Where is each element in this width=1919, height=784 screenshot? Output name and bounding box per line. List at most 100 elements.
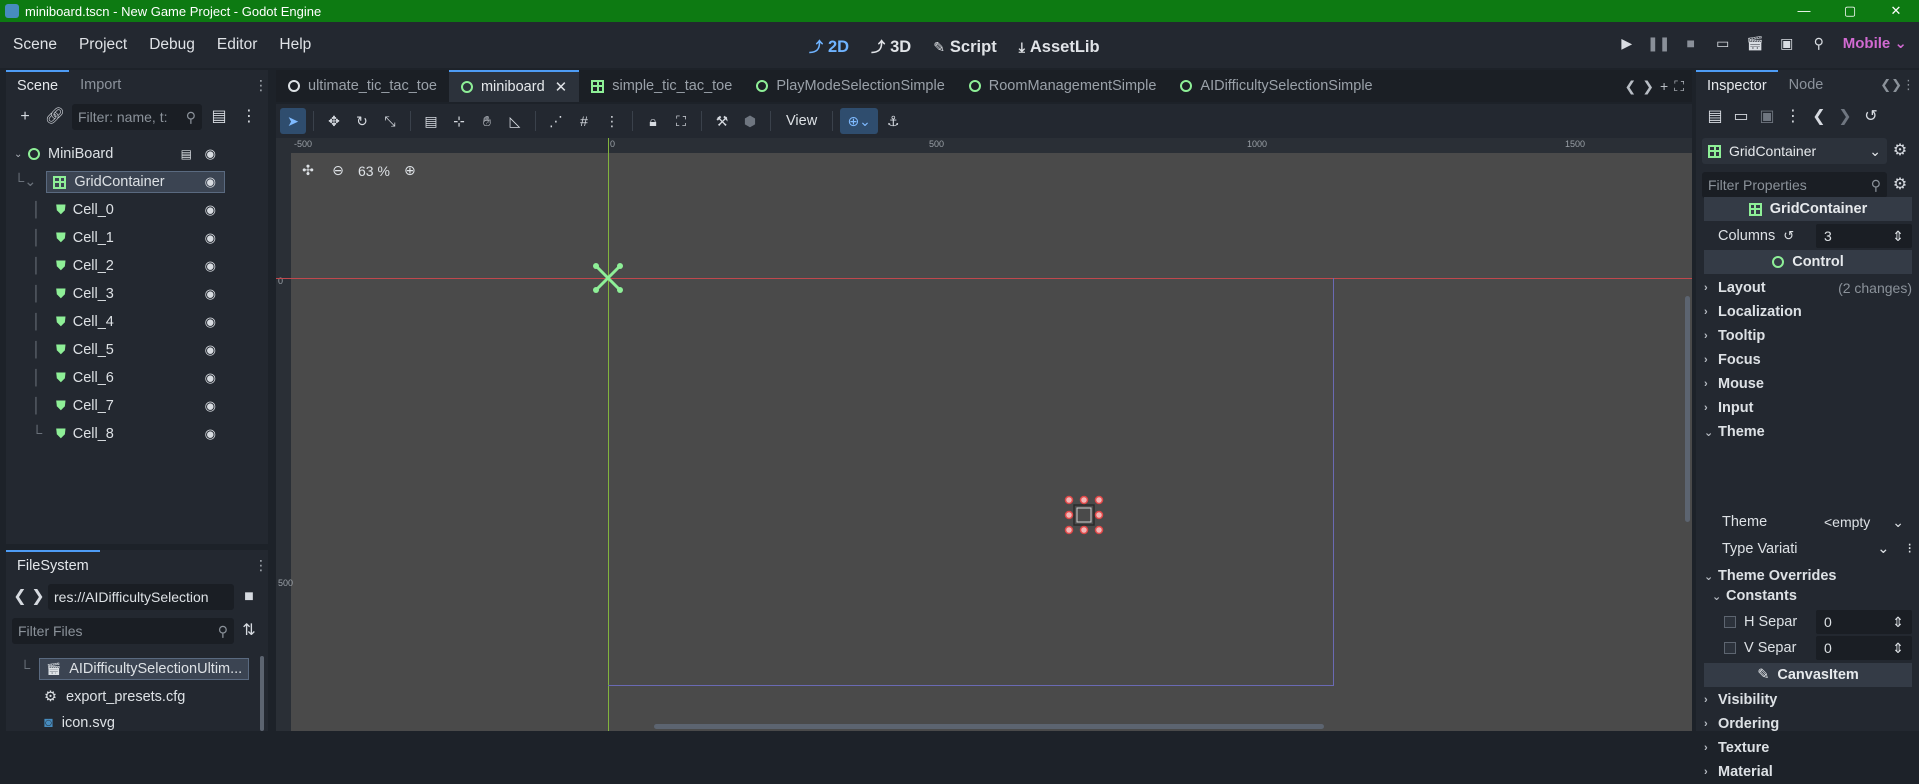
- section-material[interactable]: › Material: [1704, 760, 1912, 784]
- script-attached-icon[interactable]: ▤: [181, 147, 192, 161]
- list-select-icon[interactable]: ▤: [418, 108, 444, 134]
- h-separation-spinbox[interactable]: 0 ⇕: [1816, 610, 1912, 634]
- history-forward-icon[interactable]: ❯: [1832, 104, 1858, 130]
- save-resource-icon[interactable]: ▣: [1754, 104, 1780, 130]
- tree-node-cell[interactable]: │ ⛊ Cell_3 ◉: [14, 282, 224, 306]
- split-mode-icon[interactable]: ■: [236, 584, 262, 610]
- tree-node-cell[interactable]: │ ⛊ Cell_7 ◉: [14, 394, 224, 418]
- sort-icon[interactable]: ⇅: [236, 618, 262, 644]
- close-icon[interactable]: ✕: [555, 78, 568, 96]
- section-input[interactable]: › Input: [1704, 396, 1912, 420]
- pause-icon[interactable]: ❚❚: [1643, 35, 1675, 52]
- scroll-tabs-left-icon[interactable]: ❮: [1625, 78, 1637, 95]
- visibility-eye-icon[interactable]: ◉: [205, 258, 216, 274]
- movie-icon[interactable]: ⚲: [1803, 35, 1835, 52]
- zoom-level[interactable]: 63 %: [358, 163, 390, 179]
- section-theme[interactable]: ⌄ Theme: [1704, 420, 1912, 444]
- chevron-down-icon[interactable]: ⌄: [1877, 541, 1889, 557]
- tab-import[interactable]: Import: [69, 70, 132, 100]
- visibility-eye-icon[interactable]: ◉: [205, 174, 216, 190]
- file-item[interactable]: ◙ icon.svg: [44, 710, 115, 736]
- center-view-icon[interactable]: ✣: [298, 162, 318, 179]
- tree-node-cell[interactable]: │ ⛊ Cell_5 ◉: [14, 338, 224, 362]
- section-mouse[interactable]: › Mouse: [1704, 372, 1912, 396]
- horizontal-scrollbar[interactable]: [654, 724, 1324, 729]
- back-icon[interactable]: ❮: [12, 584, 28, 610]
- tree-node-cell[interactable]: │ ⛊ Cell_1 ◉: [14, 226, 224, 250]
- bone-icon[interactable]: ⚒: [709, 108, 735, 134]
- tab-room-management[interactable]: RoomManagementSimple: [957, 70, 1169, 102]
- section-focus[interactable]: › Focus: [1704, 348, 1912, 372]
- visibility-eye-icon[interactable]: ◉: [205, 370, 216, 386]
- tab-playmode-selection[interactable]: PlayModeSelectionSimple: [744, 70, 956, 102]
- section-ordering[interactable]: › Ordering: [1704, 712, 1912, 736]
- object-selector[interactable]: GridContainer ⌄: [1702, 138, 1887, 164]
- new-resource-icon[interactable]: ▤: [1702, 104, 1728, 130]
- menu-debug[interactable]: Debug: [138, 36, 206, 54]
- workspace-script-button[interactable]: ✎ Script: [924, 36, 1006, 58]
- menu-help[interactable]: Help: [268, 36, 322, 54]
- tab-scene[interactable]: Scene: [6, 70, 70, 100]
- pan-mode-icon[interactable]: ✋︎: [474, 108, 500, 134]
- anchor-icon[interactable]: ⚓︎: [880, 108, 906, 134]
- tree-node-cell[interactable]: │ ⛊ Cell_4 ◉: [14, 310, 224, 334]
- minimize-button[interactable]: —: [1781, 0, 1827, 22]
- rotate-mode-icon[interactable]: ↻: [349, 108, 375, 134]
- canvas-viewport[interactable]: -500 0 500 1000 1500 0 500 ✣ ⊖ 63 % ⊕: [276, 138, 1692, 731]
- file-item[interactable]: └ 🎬︎ AIDifficultySelectionUltim...: [20, 656, 260, 682]
- workspace-assetlib-button[interactable]: ⤓ AssetLib: [1010, 36, 1109, 58]
- tree-node-cell[interactable]: │ ⛊ Cell_2 ◉: [14, 254, 224, 278]
- visibility-eye-icon[interactable]: ◉: [205, 426, 216, 442]
- scroll-tabs-right-icon[interactable]: ❯: [1642, 78, 1654, 95]
- zoom-in-icon[interactable]: ⊕: [400, 162, 420, 179]
- override-checkbox[interactable]: [1724, 616, 1736, 628]
- menu-editor[interactable]: Editor: [206, 36, 269, 54]
- scale-mode-icon[interactable]: ⤡: [377, 108, 403, 134]
- workspace-2d-button[interactable]: ⤴ 2D: [800, 36, 858, 58]
- forward-icon[interactable]: ❯: [30, 584, 46, 610]
- pivot-icon[interactable]: ⊹: [446, 108, 472, 134]
- tab-node[interactable]: Node: [1778, 70, 1835, 100]
- instance-scene-icon[interactable]: 🔗︎: [42, 104, 68, 130]
- skeleton-icon[interactable]: ⬢: [737, 108, 763, 134]
- section-tooltip[interactable]: › Tooltip: [1704, 324, 1912, 348]
- tree-node-cell[interactable]: │ ⛊ Cell_0 ◉: [14, 198, 224, 222]
- dock-menu-icon[interactable]: ⋮: [254, 550, 268, 580]
- scene-menu-icon[interactable]: ⋮: [236, 104, 262, 130]
- play-custom-icon[interactable]: ▣: [1771, 35, 1803, 52]
- visibility-eye-icon[interactable]: ◉: [205, 398, 216, 414]
- renderer-select[interactable]: Mobile ⌄: [1835, 34, 1919, 52]
- visibility-eye-icon[interactable]: ◉: [205, 146, 216, 162]
- resource-menu-icon[interactable]: ⋮: [1780, 104, 1806, 130]
- override-checkbox[interactable]: [1724, 642, 1736, 654]
- section-visibility[interactable]: › Visibility: [1704, 688, 1912, 712]
- tree-node-miniboard[interactable]: ⌄ MiniBoard ▤ ◉: [14, 142, 224, 166]
- section-texture[interactable]: › Texture: [1704, 736, 1912, 760]
- v-separation-spinbox[interactable]: 0 ⇕: [1816, 636, 1912, 660]
- revert-icon[interactable]: ↺: [1783, 228, 1794, 244]
- workspace-3d-button[interactable]: ⤴ 3D: [862, 36, 920, 58]
- vertical-scrollbar[interactable]: [1685, 296, 1690, 522]
- group-icon[interactable]: ⛶: [668, 108, 694, 134]
- dock-menu-icon[interactable]: ⋮: [254, 70, 268, 100]
- tab-ultimate-tic-tac-toe[interactable]: ultimate_tic_tac_toe: [276, 70, 449, 102]
- history-back-icon[interactable]: ❮: [1806, 104, 1832, 130]
- menu-project[interactable]: Project: [68, 36, 138, 54]
- tab-simple-tic-tac-toe[interactable]: simple_tic_tac_toe: [579, 70, 744, 102]
- lock-icon[interactable]: 🔒︎: [640, 108, 666, 134]
- select-mode-icon[interactable]: ➤: [280, 108, 306, 134]
- stop-icon[interactable]: ■: [1675, 35, 1707, 51]
- dock-move-icon[interactable]: ❮❯⋮: [1880, 70, 1919, 100]
- play-scene-icon[interactable]: 🎬︎: [1739, 35, 1771, 52]
- anchor-preset-icon[interactable]: ⊕⌄: [840, 108, 879, 134]
- grid-snap-icon[interactable]: #: [571, 108, 597, 134]
- edit-icon[interactable]: ⁝: [1907, 541, 1912, 557]
- attach-script-icon[interactable]: ▤: [206, 104, 232, 130]
- play-icon[interactable]: ▶: [1611, 35, 1643, 52]
- filesystem-scrollbar[interactable]: [260, 656, 264, 731]
- ruler-mode-icon[interactable]: ◺: [502, 108, 528, 134]
- tree-node-gridcontainer[interactable]: └⌄ GridContainer ◉: [14, 170, 225, 194]
- section-localization[interactable]: › Localization: [1704, 300, 1912, 324]
- tree-node-cell[interactable]: │ ⛊ Cell_6 ◉: [14, 366, 224, 390]
- filter-properties-input[interactable]: Filter Properties ⚲: [1702, 172, 1887, 198]
